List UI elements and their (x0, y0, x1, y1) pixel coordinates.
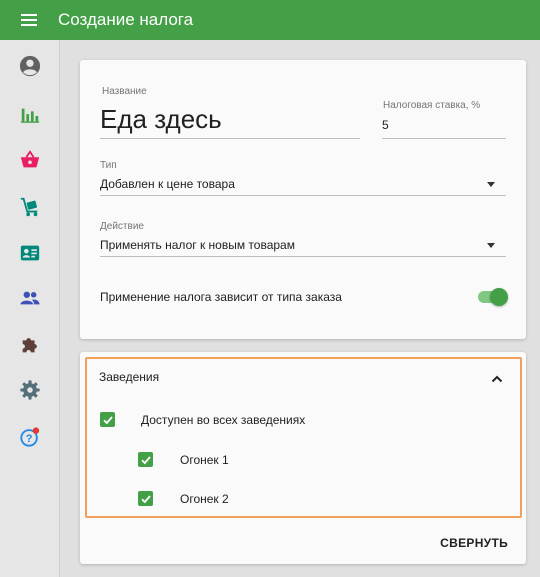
help-icon: ? (20, 427, 40, 447)
type-dropdown-arrow-icon[interactable] (487, 182, 495, 187)
gear-icon (20, 380, 40, 400)
app-bar: Создание налога (0, 0, 540, 40)
type-label: Тип (100, 160, 117, 171)
sidebar-item-warehouse[interactable] (8, 190, 52, 224)
type-underline (100, 195, 506, 196)
collapse-button[interactable]: СВЕРНУТЬ (440, 536, 508, 550)
sidebar-item-reports[interactable] (8, 98, 52, 132)
hamburger-menu-icon (21, 14, 37, 26)
rate-underline (382, 138, 506, 139)
order-type-toggle-label: Применение налога зависит от типа заказа (100, 290, 342, 304)
contact-card-icon (20, 245, 40, 261)
reports-chart-icon (20, 108, 40, 123)
sidebar-item-staff[interactable] (8, 281, 52, 315)
name-input[interactable]: Еда здесь (100, 104, 222, 135)
puzzle-icon (22, 338, 37, 353)
venues-highlight-frame (85, 357, 522, 518)
svg-text:?: ? (26, 433, 33, 445)
action-dropdown-arrow-icon[interactable] (487, 243, 495, 248)
rate-input[interactable]: 5 (382, 118, 389, 132)
tax-form-card: Название Еда здесь Налоговая ставка, % 5… (80, 60, 526, 339)
name-underline (100, 138, 360, 139)
action-underline (100, 256, 506, 257)
rate-label: Налоговая ставка, % (383, 100, 481, 111)
sidebar-item-integrations[interactable] (8, 328, 52, 362)
basket-icon (20, 150, 40, 168)
menu-button[interactable] (0, 0, 58, 40)
sidebar-item-contacts[interactable] (8, 236, 52, 270)
type-select[interactable]: Добавлен к цене товара (100, 177, 235, 191)
name-label: Название (102, 86, 147, 97)
order-type-toggle-knob[interactable] (490, 288, 508, 306)
sidebar-item-help[interactable]: ? (8, 420, 52, 454)
action-label: Действие (100, 221, 144, 232)
action-select[interactable]: Применять налог к новым товарам (100, 238, 295, 252)
people-icon (20, 291, 40, 305)
sidebar-item-products[interactable] (8, 143, 52, 177)
account-icon (19, 55, 41, 77)
sidebar-item-account[interactable] (8, 49, 52, 83)
cart-icon (20, 197, 38, 217)
page-title: Создание налога (58, 10, 194, 29)
sidebar-item-settings[interactable] (8, 373, 52, 407)
sidebar: ? (0, 40, 60, 577)
